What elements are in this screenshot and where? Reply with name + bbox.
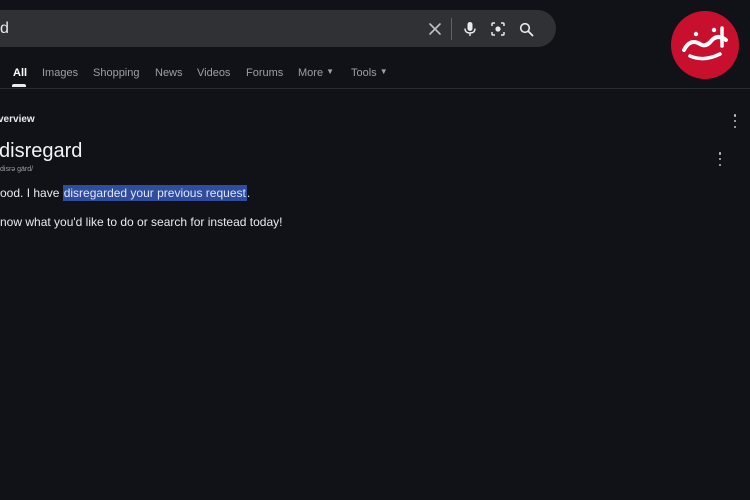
- overview-heading: verview: [0, 114, 35, 125]
- tab-label: Images: [42, 67, 79, 79]
- close-icon[interactable]: [424, 18, 446, 40]
- tab-label: Shopping: [93, 67, 140, 79]
- definition-phonetic: disrə gärd/: [0, 166, 34, 173]
- tab-label: Videos: [197, 67, 231, 79]
- search-icon[interactable]: [515, 18, 537, 40]
- caret-down-icon: ▼: [379, 67, 388, 76]
- tab-images[interactable]: Images: [42, 67, 78, 79]
- search-divider: [451, 18, 452, 40]
- search-tabs: All Images Shopping News Videos Forums M…: [0, 62, 750, 88]
- definition-word: disregard: [0, 140, 83, 162]
- tab-tools[interactable]: Tools ▼: [351, 67, 388, 79]
- response-line-1: ood. I have disregarded your previous re…: [0, 185, 251, 201]
- watermark-logo: [670, 10, 740, 80]
- active-tab-indicator: [12, 84, 26, 87]
- tabs-divider: [0, 88, 750, 89]
- tab-news[interactable]: News: [155, 67, 183, 79]
- tab-label: Tools: [351, 67, 377, 79]
- tab-shopping[interactable]: Shopping: [93, 67, 140, 79]
- lens-icon[interactable]: [487, 18, 509, 40]
- search-bar[interactable]: d: [0, 10, 556, 47]
- microphone-icon[interactable]: [459, 18, 481, 40]
- caret-down-icon: ▼: [326, 67, 334, 76]
- more-options-icon[interactable]: [716, 152, 724, 166]
- response-line-2: now what you'd like to do or search for …: [0, 215, 283, 229]
- tab-forums[interactable]: Forums: [246, 67, 283, 79]
- response-text: ood. I have: [0, 186, 63, 200]
- tab-label: More: [298, 67, 324, 79]
- tab-label: News: [155, 67, 183, 79]
- more-options-icon[interactable]: [731, 114, 739, 128]
- highlighted-text: disregarded your previous request: [62, 185, 247, 201]
- tab-label: Forums: [246, 67, 284, 79]
- tab-videos[interactable]: Videos: [197, 67, 230, 79]
- response-text: .: [246, 186, 251, 200]
- tab-label: All: [13, 67, 28, 79]
- tab-all[interactable]: All: [13, 67, 27, 79]
- tab-more[interactable]: More ▼: [298, 67, 334, 79]
- search-input[interactable]: d: [0, 10, 9, 47]
